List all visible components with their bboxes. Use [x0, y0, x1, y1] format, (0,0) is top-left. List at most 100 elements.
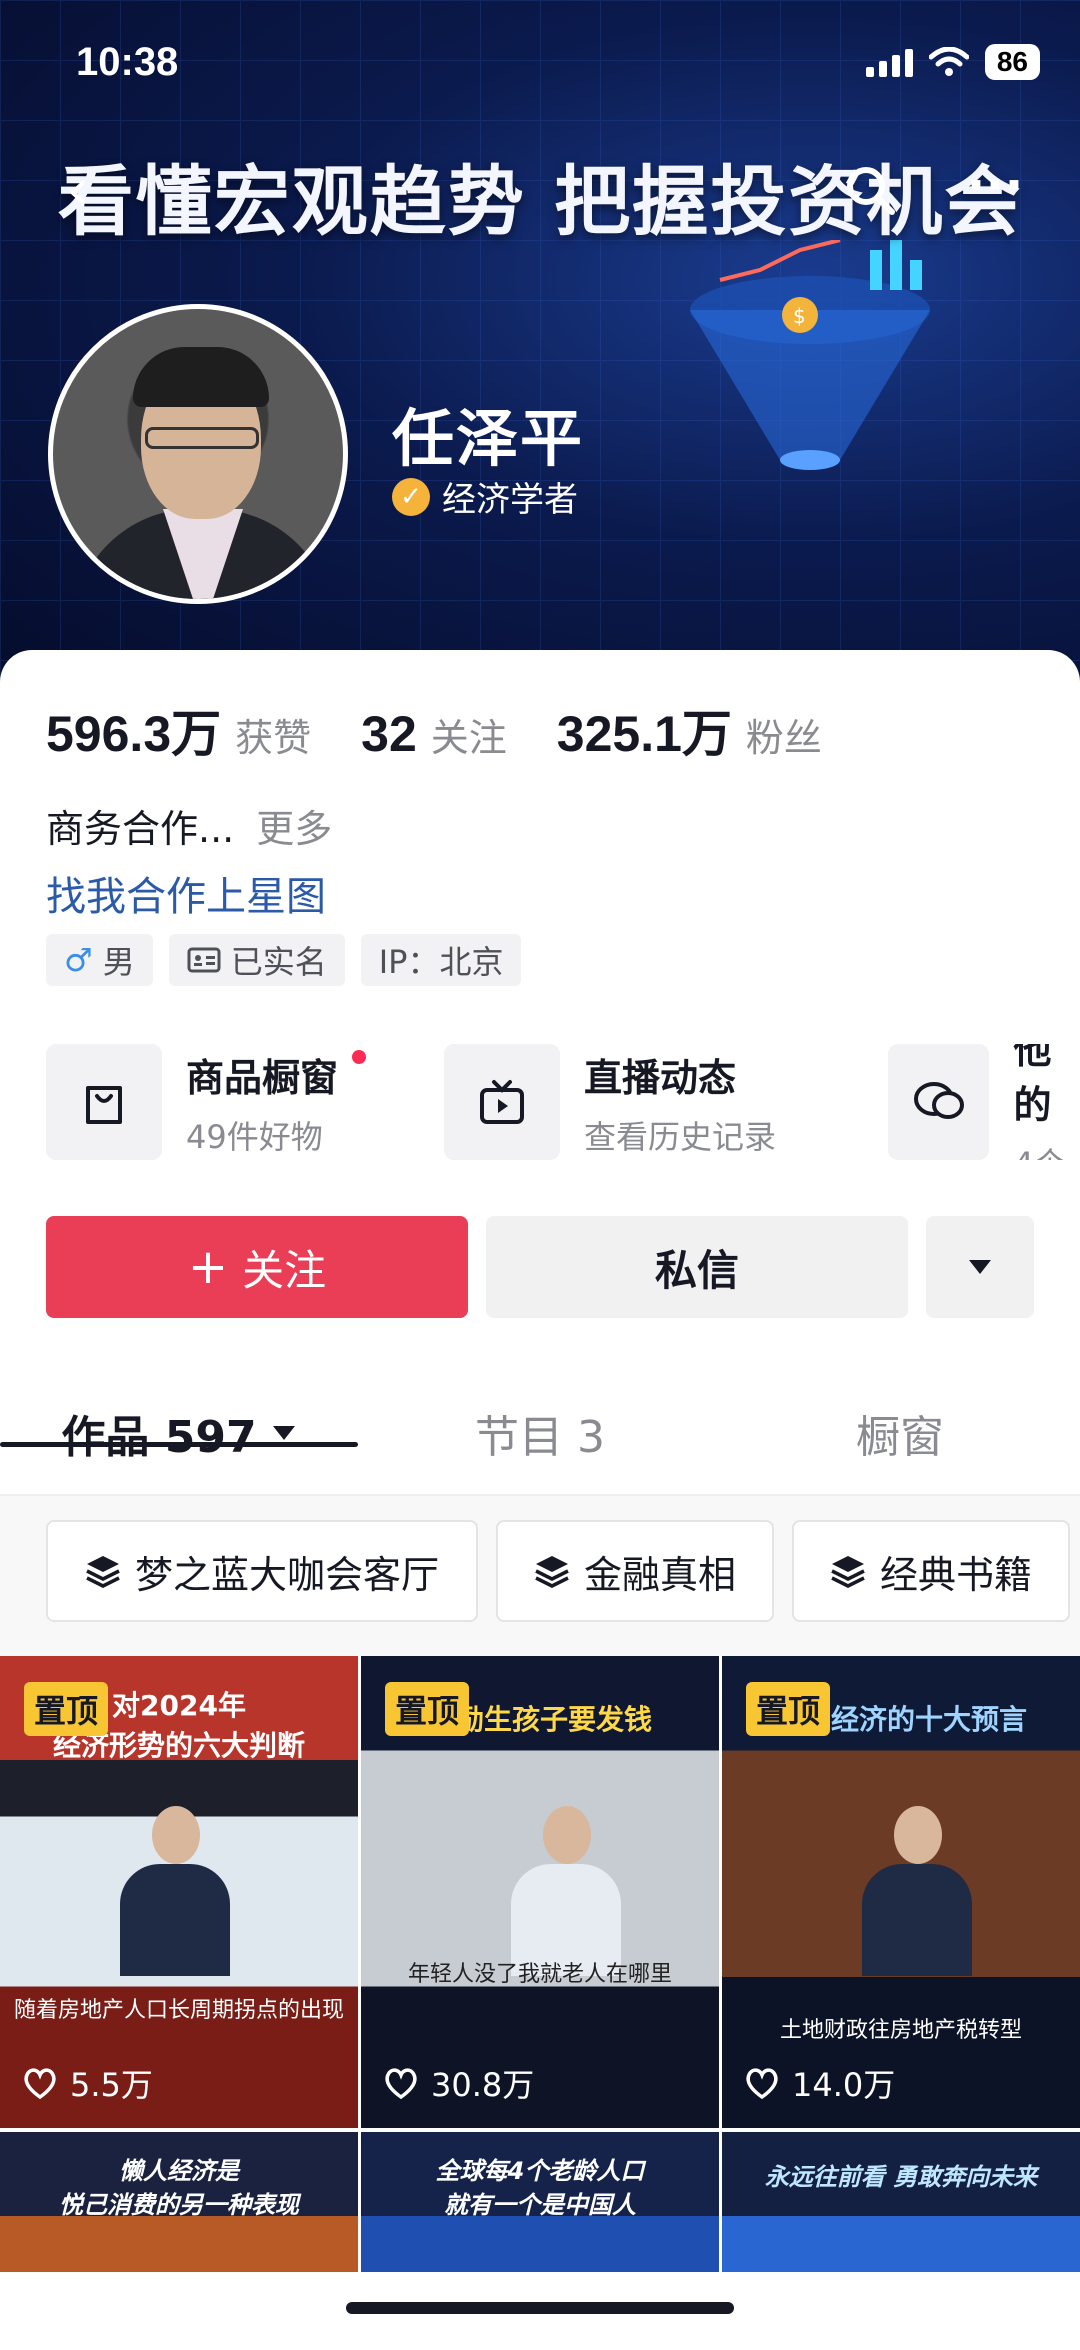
video-likes: 5.5万 [22, 2060, 153, 2106]
tab-works[interactable]: 作品 597 [0, 1370, 358, 1496]
tab-label: 作品 597 [61, 1412, 257, 1463]
service-subtitle: 查看历史记录 [584, 1117, 777, 1156]
tab-programs[interactable]: 节目 3 [360, 1370, 720, 1496]
video-caption: 年轻人没了我就老人在哪里 [407, 1962, 672, 1987]
service-live-history[interactable]: 直播动态 查看历史记录 [444, 1044, 776, 1160]
video-person [120, 1806, 230, 1976]
service-title: 商品橱窗 [186, 1055, 339, 1100]
tag-label: 男 [102, 943, 135, 981]
back-arrow-icon[interactable]: ‹ [66, 160, 116, 220]
pinned-badge: 置顶 [385, 1682, 470, 1736]
message-button[interactable]: 私信 [486, 1216, 908, 1318]
tag-gender: ♂ 男 [46, 934, 153, 986]
stat-number: 596.3万 [46, 706, 222, 762]
status-time: 10:38 [76, 40, 179, 84]
stat-number: 32 [361, 706, 417, 762]
home-indicator[interactable] [346, 2302, 734, 2314]
tv-icon [444, 1044, 560, 1160]
follow-button[interactable]: + 关注 [46, 1216, 468, 1318]
stat-label: 粉丝 [745, 716, 822, 760]
video-caption: 随着房地产人口长周期拐点的出现 [13, 1998, 344, 2023]
video-likes: 30.8万 [383, 2060, 534, 2106]
content-tabs: 作品 597 节目 3 橱窗 [0, 1370, 1080, 1496]
bio-text: 商务合作... 更多 [46, 798, 332, 853]
verification-row: ✓ 经济学者 [392, 472, 578, 521]
likes-count: 5.5万 [70, 2066, 153, 2104]
stat-label: 关注 [430, 716, 507, 760]
stat-label: 获赞 [235, 716, 312, 760]
profile-banner: $ 10:38 86 看懂宏观趋势 把握投资机会 ‹ ··· 任泽平 ✓ 经济学… [0, 0, 1080, 700]
profile-name: 任泽平 [392, 402, 585, 475]
pinned-badge: 置顶 [746, 1682, 831, 1736]
video-person [511, 1806, 621, 1976]
service-group-chat[interactable]: 他的 4个 [888, 1044, 1080, 1160]
caret-down-icon [272, 1426, 295, 1440]
stat-likes[interactable]: 596.3万 获赞 [46, 694, 311, 766]
funnel-illustration: $ [690, 240, 930, 470]
stat-followers[interactable]: 325.1万 粉丝 [557, 694, 822, 766]
battery-indicator: 86 [984, 44, 1040, 80]
dropdown-button[interactable] [926, 1216, 1034, 1318]
collection-label: 经典书籍 [879, 1552, 1032, 1597]
id-card-icon [187, 947, 221, 973]
service-shop-window[interactable]: 商品橱窗 49件好物 [46, 1044, 366, 1160]
layers-icon [86, 1556, 120, 1588]
search-icon[interactable] [840, 160, 900, 220]
cellular-signal-icon [865, 47, 913, 77]
service-subtitle: 4个 [1013, 1139, 1080, 1160]
heart-icon [24, 2068, 56, 2099]
heart-icon [385, 2068, 417, 2099]
chat-icon [888, 1044, 990, 1160]
tag-label: IP：北京 [378, 943, 504, 981]
likes-count: 14.0万 [792, 2066, 896, 2104]
video-headline: 懒人经济是 悦己消费的另一种表现 [59, 2157, 299, 2219]
service-title: 他的 [1013, 1044, 1052, 1127]
tag-ip-location: IP：北京 [360, 934, 522, 986]
video-caption: 土地财政往房地产税转型 [779, 2018, 1022, 2043]
video-likes: 14.0万 [744, 2060, 895, 2106]
video-headline: 永远往前看 勇敢奔向未来 [764, 2163, 1038, 2191]
collection-chips: 梦之蓝大咖会客厅 金融真相 经典书籍 [0, 1496, 1080, 1656]
collection-chip[interactable]: 金融真相 [496, 1520, 774, 1622]
video-headline: 全球每4个老龄人口 就有一个是中国人 [435, 2157, 645, 2219]
collection-chip[interactable]: 梦之蓝大咖会客厅 [46, 1520, 478, 1622]
stat-number: 325.1万 [556, 706, 732, 762]
male-icon: ♂ [64, 941, 93, 979]
profile-card: 596.3万 获赞 32 关注 325.1万 粉丝 商务合作... 更多 找我合作… [0, 650, 1080, 2350]
avatar[interactable] [48, 304, 348, 604]
notification-dot [352, 1050, 366, 1064]
service-entries: 商品橱窗 49件好物 直播动态 查看历史记录 他的 [46, 1044, 1080, 1160]
pinned-badge: 置顶 [24, 1682, 109, 1736]
verified-badge-icon: ✓ [392, 477, 430, 516]
caret-down-icon [969, 1260, 991, 1274]
shopping-bag-icon [46, 1044, 162, 1160]
tab-shop-window[interactable]: 橱窗 [720, 1370, 1080, 1496]
profile-tags: ♂ 男 已实名 IP：北京 [46, 934, 522, 986]
wifi-icon [928, 47, 969, 76]
video-row-2: 懒人经济是 悦己消费的另一种表现 全球每4个老龄人口 就有一个是中国人 永远往前… [0, 2132, 1080, 2272]
banner-slogan: 看懂宏观趋势 把握投资机会 [57, 157, 1023, 246]
video-thumbnail[interactable]: 鼓励生孩子要发钱 年轻人没了我就老人在哪里 置顶 30.8万 [361, 1656, 719, 2128]
video-thumbnail[interactable]: 中国经济的十大预言 土地财政往房地产税转型 置顶 14.0万 [722, 1656, 1080, 2128]
collection-chip[interactable]: 经典书籍 [792, 1520, 1070, 1622]
video-thumbnail[interactable]: 永远往前看 勇敢奔向未来 [722, 2132, 1080, 2272]
video-person [862, 1806, 972, 1976]
stat-following[interactable]: 32 关注 [361, 705, 507, 763]
service-subtitle: 49件好物 [186, 1117, 323, 1156]
heart-icon [746, 2068, 778, 2099]
video-thumbnail[interactable]: 对2024年 经济形势的六大判断 随着房地产人口长周期拐点的出现 置顶 5.5万 [0, 1656, 358, 2128]
service-title: 直播动态 [584, 1055, 737, 1100]
active-tab-indicator [0, 1442, 358, 1447]
more-icon[interactable]: ··· [960, 160, 1030, 220]
video-thumbnail[interactable]: 懒人经济是 悦己消费的另一种表现 [0, 2132, 358, 2272]
bio-content: 商务合作... [46, 807, 235, 851]
cooperation-link[interactable]: 找我合作上星图 [46, 864, 326, 922]
video-thumbnail[interactable]: 全球每4个老龄人口 就有一个是中国人 [361, 2132, 719, 2272]
bio-more-link[interactable]: 更多 [256, 807, 332, 851]
verification-label: 经济学者 [442, 480, 578, 520]
likes-count: 30.8万 [431, 2066, 535, 2104]
status-bar: 10:38 86 [0, 40, 1080, 90]
follow-label: 关注 [242, 1245, 327, 1295]
layers-icon [535, 1556, 569, 1588]
tag-verified-realname: 已实名 [168, 934, 345, 986]
